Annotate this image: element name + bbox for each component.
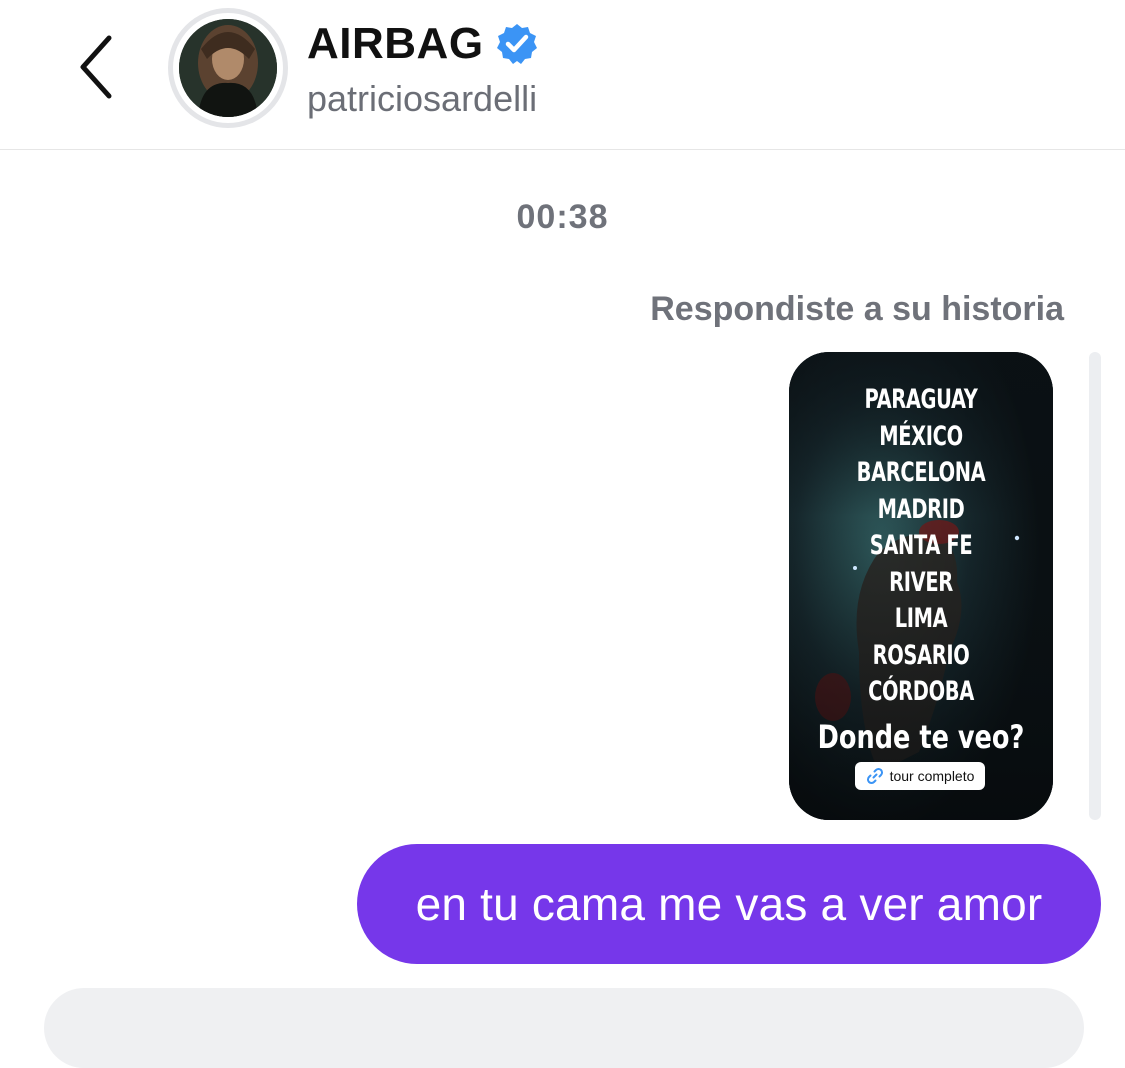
avatar-photo: [179, 19, 277, 117]
profile-name-row[interactable]: AIRBAG: [307, 16, 540, 72]
story-city: MADRID: [877, 493, 965, 525]
story-link-sticker[interactable]: tour completo: [855, 762, 985, 790]
message-text: en tu cama me vas a ver amor: [415, 878, 1043, 930]
chat-header: AIRBAG patriciosardelli: [0, 0, 1125, 150]
story-city: PARAGUAY: [864, 384, 978, 415]
story-link-label: tour completo: [889, 768, 975, 784]
back-button[interactable]: [62, 32, 132, 102]
link-icon: [866, 767, 883, 785]
avatar[interactable]: [168, 8, 288, 128]
chevron-left-icon: [80, 35, 112, 99]
avatar-border: [173, 13, 283, 123]
story-city: RIVER: [889, 566, 953, 598]
scrollbar[interactable]: [1089, 352, 1101, 820]
story-question: Donde te veo?: [817, 718, 1025, 756]
message-timestamp: 00:38: [516, 198, 609, 236]
sent-message-bubble[interactable]: en tu cama me vas a ver amor: [357, 844, 1101, 964]
story-city: LIMA: [894, 603, 948, 634]
story-city: CÓRDOBA: [868, 676, 974, 707]
story-preview[interactable]: PARAGUAY MÉXICO BARCELONA MADRID SANTA F…: [789, 352, 1053, 820]
username: patriciosardelli: [307, 78, 538, 119]
story-city-list: PARAGUAY MÉXICO BARCELONA MADRID SANTA F…: [789, 382, 1053, 711]
story-city: ROSARIO: [872, 639, 970, 671]
story-city: MÉXICO: [879, 420, 963, 452]
story-reply-note: Respondiste a su historia: [650, 290, 1064, 328]
verified-badge-icon: [494, 21, 540, 67]
display-name: AIRBAG: [307, 19, 484, 68]
story-city: SANTA FE: [869, 530, 973, 561]
message-composer[interactable]: [44, 988, 1084, 1068]
story-city: BARCELONA: [856, 457, 986, 488]
